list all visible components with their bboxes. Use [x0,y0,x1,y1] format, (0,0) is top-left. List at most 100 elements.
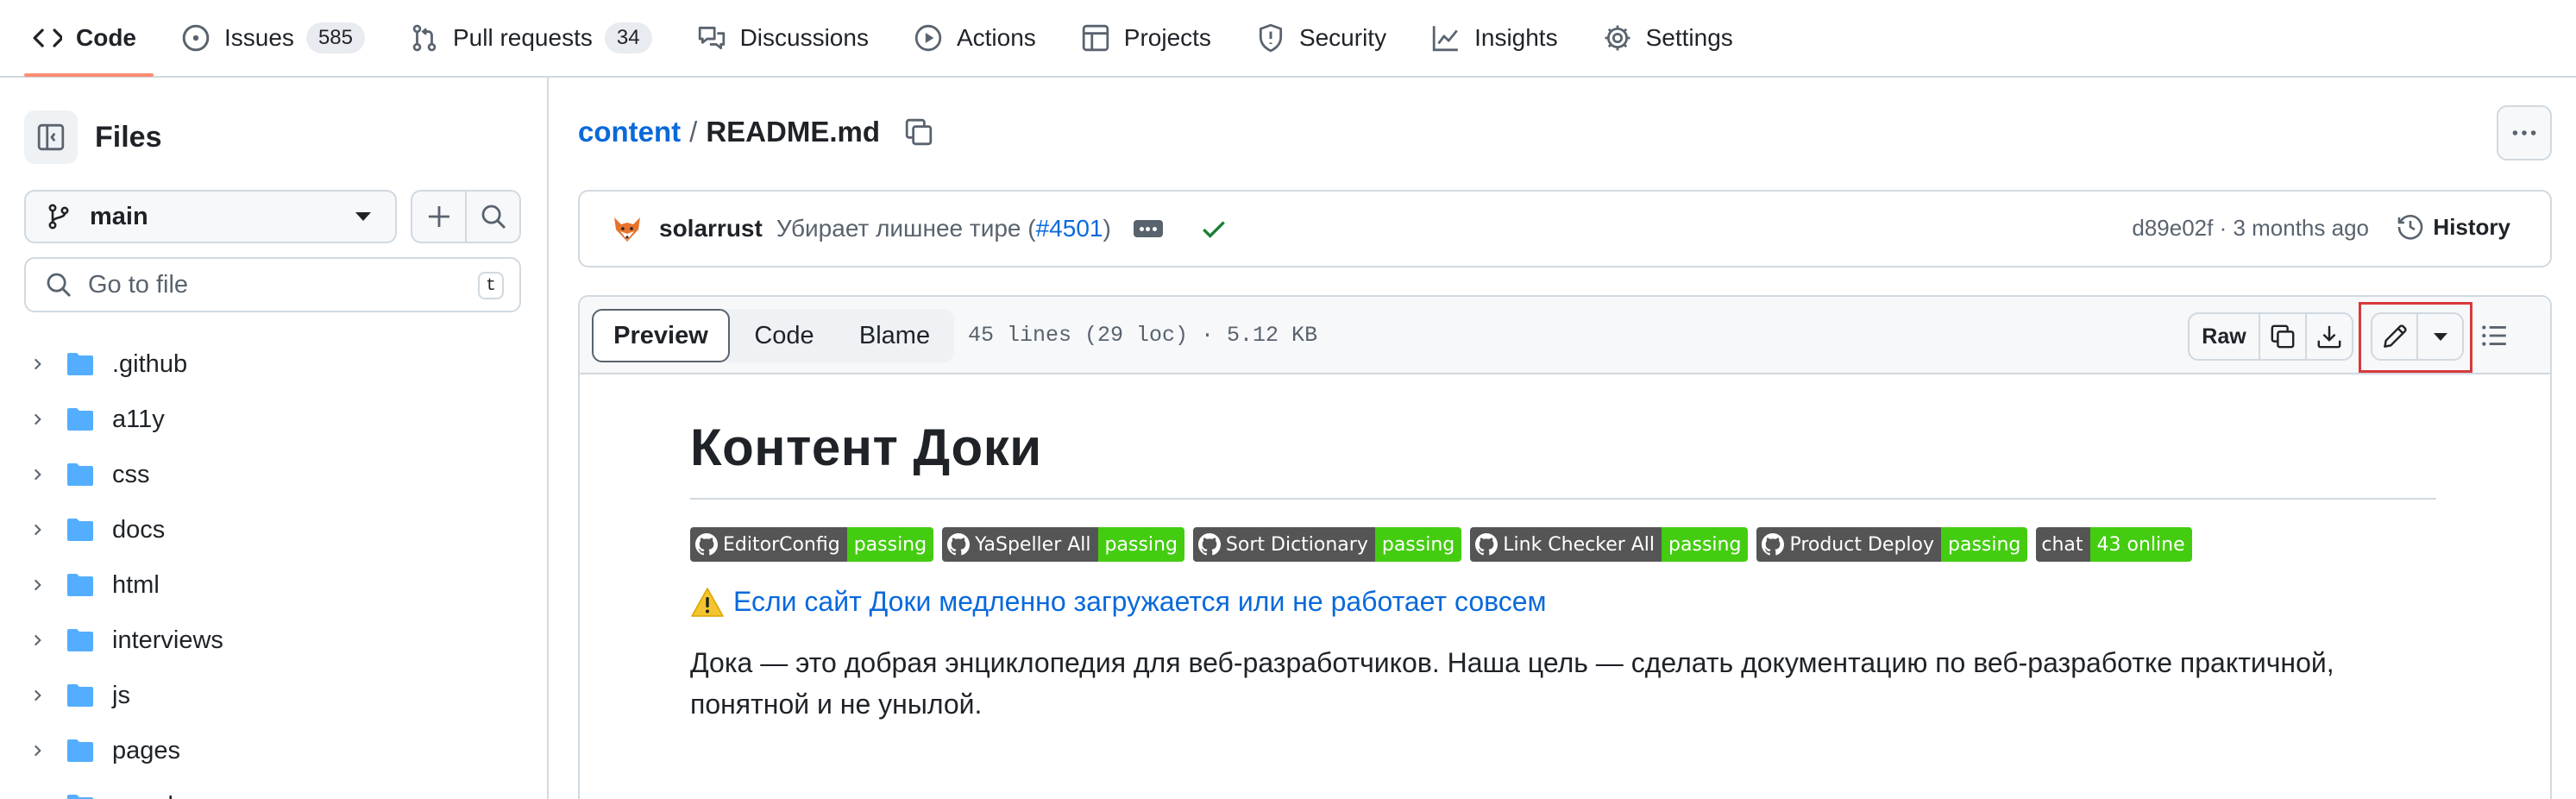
tab-code[interactable]: Code [24,0,154,77]
breadcrumb: content / README.md [578,116,933,148]
tab-settings[interactable]: Settings [1603,0,1733,77]
tab-projects[interactable]: Projects [1081,0,1211,77]
status-badge[interactable]: Product Deploy passing [1756,527,2028,562]
github-mark-icon [695,533,718,556]
tree-item-label: a11y [112,405,165,433]
plus-icon [428,206,449,227]
folder-icon [67,353,93,375]
badge-status: 43 online [2089,527,2192,562]
issue-opened-icon [182,24,210,52]
warning-link-text: Если сайт Доки медленно загружается или … [733,586,1547,617]
commit-author[interactable]: solarrust [659,215,763,242]
tab-insights[interactable]: Insights [1431,0,1558,77]
copy-path-icon[interactable] [904,117,933,147]
more-options-button[interactable] [2497,105,2552,160]
add-file-button[interactable] [412,192,465,242]
edit-options-dropdown[interactable] [2416,314,2462,359]
tab-label: Discussions [739,24,869,51]
branch-selector[interactable]: main [24,190,397,243]
readme-paragraph: Дока — это добрая энциклопедия для веб-р… [690,642,2436,725]
go-to-file-input[interactable] [88,270,468,299]
history-label: History [2433,213,2510,240]
badge-status: passing [1941,527,2028,562]
status-badge[interactable]: Link Checker All passing [1470,527,1749,562]
badge-label-text: EditorConfig [723,533,840,556]
warning-icon [691,587,724,617]
badge-label: chat [2036,527,2090,562]
copy-raw-button[interactable] [2259,314,2305,359]
folder-icon [67,739,93,762]
git-pull-request-icon [412,24,437,52]
tab-blame[interactable]: Blame [839,309,951,362]
collapse-sidebar-button[interactable] [24,110,78,164]
breadcrumb-file-name: README.md [706,116,881,148]
issues-count-badge: 585 [305,22,365,53]
edit-file-button[interactable] [2372,314,2416,359]
table-icon [1082,24,1109,52]
tab-discussions[interactable]: Discussions [697,0,869,77]
tree-item-folder[interactable]: pages [0,723,549,778]
file-tree-sidebar: Files main t .github a11y css docs html inter… [0,78,549,799]
commit-message[interactable]: Убирает лишнее тире (#4501) [776,215,1111,242]
search-files-button[interactable] [465,192,519,242]
tree-item-folder[interactable]: a11y [0,392,549,447]
warning-link[interactable]: Если сайт Доки медленно загружается или … [690,586,2436,618]
commit-message-text: Убирает лишнее тире ( [776,215,1036,242]
status-badge[interactable]: chat 43 online [2036,527,2192,562]
pencil-icon [2383,324,2407,348]
status-badge[interactable]: EditorConfig passing [690,527,934,562]
badge-label: YaSpeller All [942,527,1098,562]
badge-status: passing [846,527,934,562]
file-tree: .github a11y css docs html interviews js pages p… [0,337,549,799]
tree-item-label: people [112,792,187,799]
tree-item-label: js [112,681,130,709]
tab-actions[interactable]: Actions [914,0,1036,77]
gear-icon [1605,25,1630,51]
tree-item-label: interviews [112,626,223,654]
tree-item-folder[interactable]: interviews [0,613,549,668]
tab-code-view[interactable]: Code [730,309,839,362]
pull-requests-count-badge: 34 [604,22,652,53]
list-unordered-icon[interactable] [2479,321,2509,350]
raw-button[interactable]: Raw [2190,314,2259,359]
history-button[interactable]: History [2397,213,2510,241]
tab-label: Settings [1645,24,1733,51]
tree-item-folder[interactable]: docs [0,502,549,557]
badge-label-text: Link Checker All [1503,533,1656,556]
readme-paragraph-line-2: понятной и не унылой. [690,689,983,720]
tree-item-folder[interactable]: .github [0,337,549,392]
go-to-file-field[interactable]: t [24,257,521,312]
tab-pull-requests[interactable]: Pull requests 34 [410,0,652,77]
play-icon [914,24,942,52]
badge-label-text: Sort Dictionary [1225,533,1368,556]
commit-sha-and-age[interactable]: d89e02f · 3 months ago [2132,215,2369,242]
commit-pr-link[interactable]: #4501 [1036,215,1103,242]
tree-item-folder[interactable]: js [0,668,549,723]
status-badge[interactable]: Sort Dictionary passing [1192,527,1462,562]
check-icon[interactable] [1199,214,1228,243]
tab-issues[interactable]: Issues 585 [181,0,365,77]
expand-commit-message-button[interactable] [1133,220,1163,237]
keyboard-shortcut-hint: t [478,272,504,299]
chevron-right-icon [35,689,41,701]
tab-preview[interactable]: Preview [592,309,730,362]
tree-item-folder[interactable]: html [0,557,549,613]
commit-message-end: ) [1103,215,1111,242]
tree-item-label: pages [112,736,181,764]
chevron-right-icon [35,634,41,646]
chevron-right-icon [35,579,41,591]
tree-item-label: docs [112,515,166,544]
readme-paragraph-line-1: Дока — это добрая энциклопедия для веб-р… [690,647,2334,678]
breadcrumb-folder-link[interactable]: content [578,116,681,148]
code-icon [33,28,62,47]
avatar[interactable] [609,211,645,247]
status-badge[interactable]: YaSpeller All passing [942,527,1184,562]
badge-label: Link Checker All [1470,527,1662,562]
folder-icon [67,629,93,651]
download-raw-button[interactable] [2305,314,2352,359]
tree-item-folder[interactable]: css [0,447,549,502]
sidebar-header: Files [24,110,161,164]
tab-security[interactable]: Security [1256,0,1386,77]
tree-item-label: .github [112,349,188,378]
tree-item-folder[interactable]: people [0,778,549,799]
